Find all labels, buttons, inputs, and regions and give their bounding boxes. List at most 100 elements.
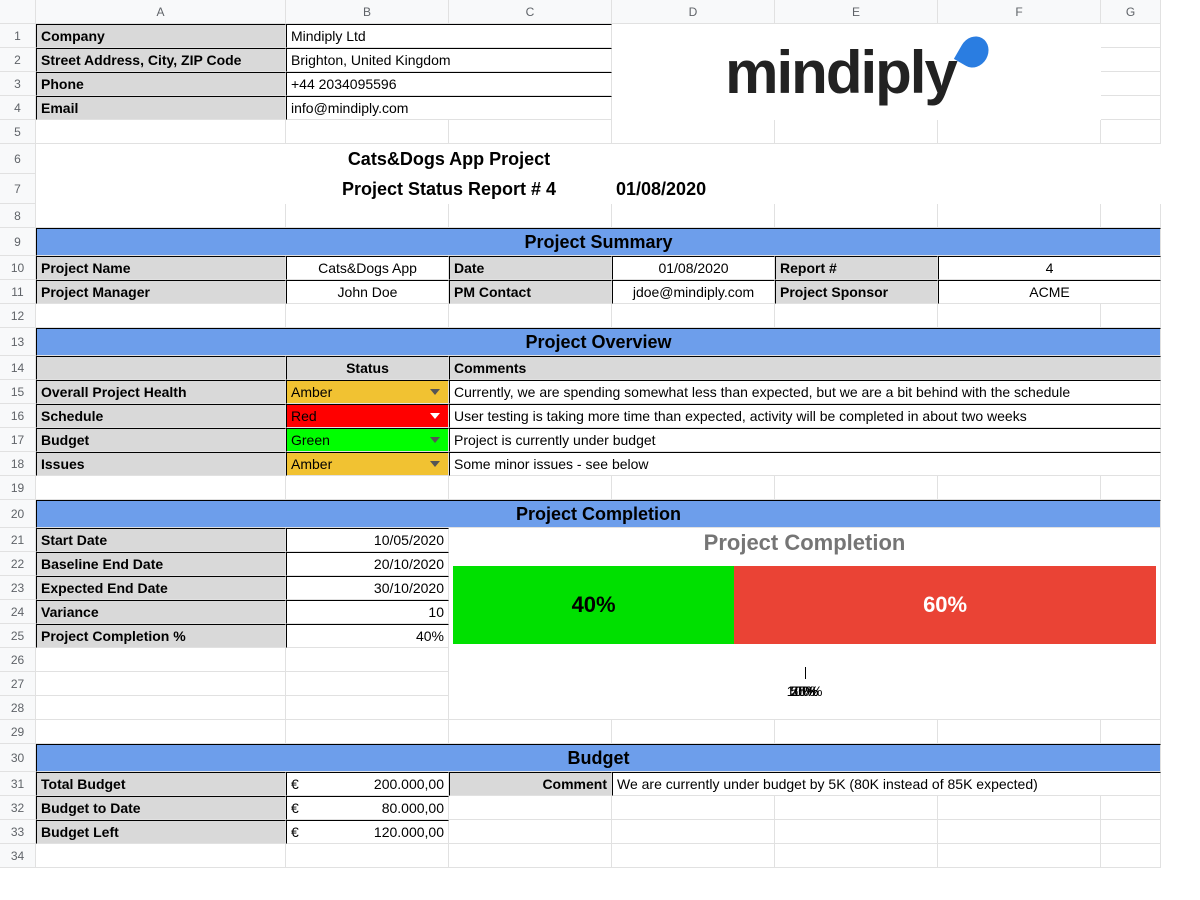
cell[interactable]: [36, 204, 286, 228]
value-pct[interactable]: 40%: [286, 624, 449, 648]
row-header[interactable]: 34: [0, 844, 36, 868]
row-header[interactable]: 12: [0, 304, 36, 328]
row-header[interactable]: 30: [0, 744, 36, 772]
status-dropdown[interactable]: Green: [286, 428, 449, 452]
row-header[interactable]: 2: [0, 48, 36, 72]
cell[interactable]: [1101, 72, 1161, 96]
value-budget-todate[interactable]: €80.000,00: [286, 796, 449, 820]
cell[interactable]: [938, 144, 1101, 174]
value-expected[interactable]: 30/10/2020: [286, 576, 449, 600]
value-baseline[interactable]: 20/10/2020: [286, 552, 449, 576]
cell[interactable]: [1101, 174, 1161, 204]
row-header[interactable]: 14: [0, 356, 36, 380]
cell[interactable]: [36, 844, 286, 868]
cell[interactable]: [1101, 144, 1161, 174]
cell[interactable]: [1101, 476, 1161, 500]
cell[interactable]: [449, 720, 612, 744]
label-date[interactable]: Date: [449, 256, 612, 280]
header-comments[interactable]: Comments: [449, 356, 1161, 380]
cell[interactable]: [36, 144, 286, 174]
cell[interactable]: [36, 356, 286, 380]
label-budget-left[interactable]: Budget Left: [36, 820, 286, 844]
label-expected[interactable]: Expected End Date: [36, 576, 286, 600]
row-header[interactable]: 21: [0, 528, 36, 552]
row-header[interactable]: 29: [0, 720, 36, 744]
overview-comment[interactable]: Some minor issues - see below: [449, 452, 1161, 476]
column-header[interactable]: A: [36, 0, 286, 24]
cell[interactable]: [775, 174, 938, 204]
row-header[interactable]: 23: [0, 576, 36, 600]
cell[interactable]: [449, 204, 612, 228]
value-email[interactable]: info@mindiply.com: [286, 96, 612, 120]
cell[interactable]: [775, 120, 938, 144]
cell[interactable]: [938, 174, 1101, 204]
cell[interactable]: [938, 796, 1101, 820]
row-header[interactable]: 7: [0, 174, 36, 204]
cell[interactable]: [449, 476, 612, 500]
row-header[interactable]: 24: [0, 600, 36, 624]
cell[interactable]: [36, 720, 286, 744]
status-dropdown[interactable]: Red: [286, 404, 449, 428]
cell[interactable]: [938, 304, 1101, 328]
overview-comment[interactable]: Project is currently under budget: [449, 428, 1161, 452]
cell[interactable]: [775, 844, 938, 868]
cell[interactable]: [36, 672, 286, 696]
cell[interactable]: [1101, 204, 1161, 228]
cell[interactable]: [286, 648, 449, 672]
label-manager[interactable]: Project Manager: [36, 280, 286, 304]
label-budget-comment[interactable]: Comment: [449, 772, 612, 796]
row-header[interactable]: 8: [0, 204, 36, 228]
cell[interactable]: [775, 476, 938, 500]
cell[interactable]: [36, 304, 286, 328]
cell[interactable]: [286, 844, 449, 868]
cell[interactable]: [612, 844, 775, 868]
cell[interactable]: [449, 844, 612, 868]
value-address[interactable]: Brighton, United Kingdom: [286, 48, 612, 72]
cell[interactable]: [286, 120, 449, 144]
cell[interactable]: [612, 476, 775, 500]
column-header[interactable]: E: [775, 0, 938, 24]
label-variance[interactable]: Variance: [36, 600, 286, 624]
label-report[interactable]: Report #: [775, 256, 938, 280]
column-header[interactable]: B: [286, 0, 449, 24]
cell[interactable]: [775, 720, 938, 744]
label-project-name[interactable]: Project Name: [36, 256, 286, 280]
cell[interactable]: [449, 120, 612, 144]
row-header[interactable]: 32: [0, 796, 36, 820]
column-header[interactable]: D: [612, 0, 775, 24]
row-header[interactable]: 3: [0, 72, 36, 96]
row-header[interactable]: 19: [0, 476, 36, 500]
cell[interactable]: [1101, 796, 1161, 820]
cell[interactable]: [612, 144, 775, 174]
cell[interactable]: [1101, 120, 1161, 144]
overview-comment[interactable]: Currently, we are spending somewhat less…: [449, 380, 1161, 404]
cell[interactable]: [286, 720, 449, 744]
row-header[interactable]: 31: [0, 772, 36, 796]
overview-comment[interactable]: User testing is taking more time than ex…: [449, 404, 1161, 428]
cell[interactable]: [612, 820, 775, 844]
label-sponsor[interactable]: Project Sponsor: [775, 280, 938, 304]
row-header[interactable]: 6: [0, 144, 36, 174]
cell[interactable]: [612, 204, 775, 228]
cell[interactable]: [612, 304, 775, 328]
label-budget-total[interactable]: Total Budget: [36, 772, 286, 796]
row-header[interactable]: 28: [0, 696, 36, 720]
cell[interactable]: [1101, 720, 1161, 744]
row-header[interactable]: 26: [0, 648, 36, 672]
header-status[interactable]: Status: [286, 356, 449, 380]
cell[interactable]: [36, 174, 286, 204]
cell[interactable]: [775, 204, 938, 228]
cell[interactable]: [286, 204, 449, 228]
cell[interactable]: [938, 720, 1101, 744]
cell[interactable]: [938, 476, 1101, 500]
cell[interactable]: [612, 720, 775, 744]
label-start[interactable]: Start Date: [36, 528, 286, 552]
cell[interactable]: [1101, 24, 1161, 48]
cell[interactable]: [449, 820, 612, 844]
value-start[interactable]: 10/05/2020: [286, 528, 449, 552]
cell[interactable]: [449, 796, 612, 820]
status-dropdown[interactable]: Amber: [286, 452, 449, 476]
value-manager[interactable]: John Doe: [286, 280, 449, 304]
row-header[interactable]: 20: [0, 500, 36, 528]
row-header[interactable]: 1: [0, 24, 36, 48]
